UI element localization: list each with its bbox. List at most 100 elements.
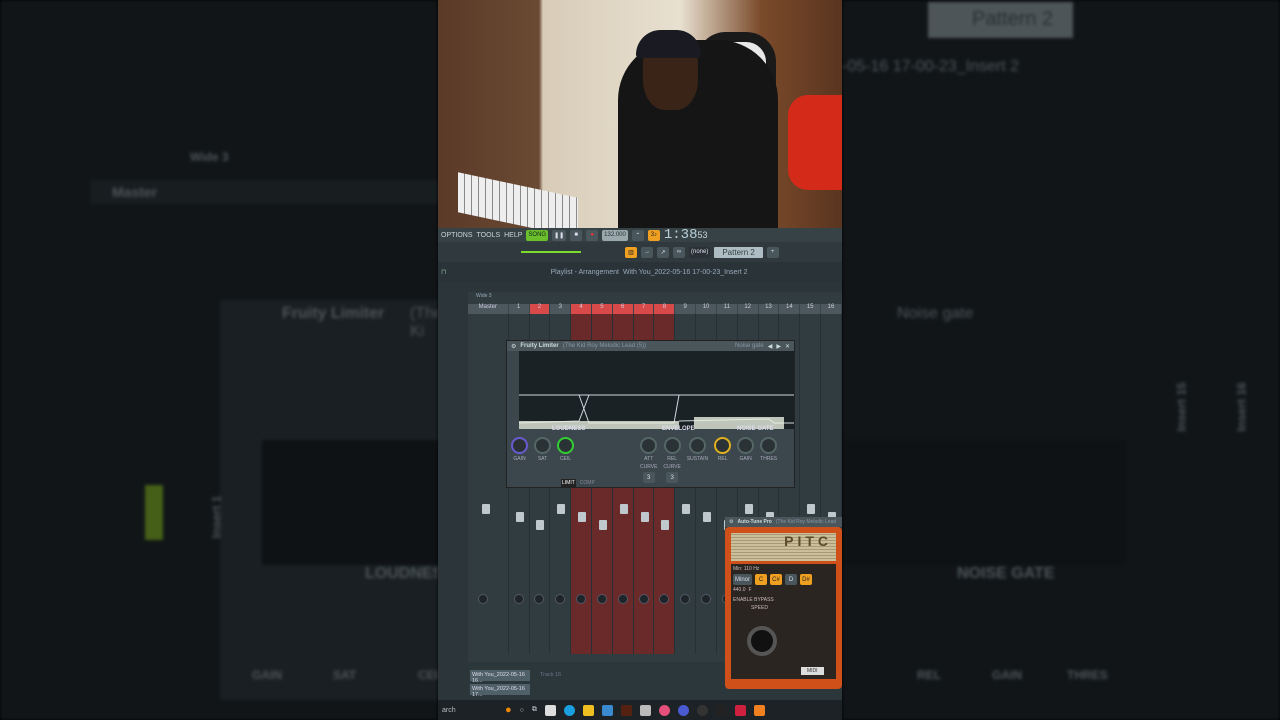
- tempo-field[interactable]: 132.000: [602, 229, 628, 241]
- scale-select[interactable]: Minor: [733, 574, 753, 585]
- gear-icon[interactable]: ⚙: [729, 519, 733, 525]
- volume-fader[interactable]: [807, 504, 816, 514]
- note-button[interactable]: C: [755, 574, 768, 585]
- next-preset-icon[interactable]: ▶: [776, 343, 781, 350]
- gate-gain-knob[interactable]: GAIN: [737, 437, 755, 485]
- mixer-track[interactable]: 6: [612, 304, 634, 314]
- app-icon[interactable]: [639, 704, 651, 716]
- mixer-strip[interactable]: [468, 314, 509, 654]
- mixer-track[interactable]: 13: [758, 304, 780, 314]
- pan-knob[interactable]: [617, 594, 628, 604]
- pan-knob[interactable]: [659, 594, 670, 604]
- app-icon[interactable]: [677, 704, 689, 716]
- att-knob[interactable]: ATT CURVE 3: [640, 437, 657, 485]
- volume-fader[interactable]: [557, 504, 566, 514]
- tab-limit[interactable]: LIMIT: [561, 479, 576, 487]
- mixer-track[interactable]: 14: [779, 304, 801, 314]
- mixer-track[interactable]: 12: [737, 304, 759, 314]
- file-explorer-icon[interactable]: [582, 704, 594, 716]
- cortana-icon[interactable]: ○: [520, 707, 524, 714]
- pan-knob[interactable]: [513, 594, 524, 604]
- pan-knob[interactable]: [701, 594, 712, 604]
- track-clip[interactable]: With You_2022-05-16 16...: [470, 670, 530, 684]
- song-mode-button[interactable]: SONG: [526, 229, 549, 241]
- edge-icon[interactable]: [563, 704, 575, 716]
- prev-preset-icon[interactable]: ◀: [768, 343, 773, 350]
- ref-pitch[interactable]: 440.0: [733, 587, 746, 593]
- rel-knob[interactable]: REL CURVE 3: [663, 437, 681, 485]
- stop-icon[interactable]: ■: [570, 229, 583, 241]
- note-button[interactable]: D: [785, 574, 798, 585]
- note-button[interactable]: C#: [770, 574, 783, 585]
- menu-tools[interactable]: TOOLS: [477, 232, 501, 239]
- thres-knob[interactable]: THRES: [760, 437, 778, 485]
- pan-knob[interactable]: [596, 594, 607, 604]
- mixer-track[interactable]: 2: [529, 304, 551, 314]
- volume-fader[interactable]: [536, 520, 545, 530]
- pan-knob[interactable]: [638, 594, 649, 604]
- pan-knob[interactable]: [477, 594, 488, 604]
- mixer-track[interactable]: 5: [591, 304, 613, 314]
- app-icon[interactable]: [620, 704, 632, 716]
- tab-comp[interactable]: COMP: [579, 479, 596, 487]
- speed-knob[interactable]: [747, 626, 777, 656]
- bypass-toggle[interactable]: ENABLE BYPASS: [731, 595, 836, 605]
- ceil-knob[interactable]: CEIL: [557, 437, 574, 485]
- arrow-icon[interactable]: →: [641, 246, 653, 258]
- mixer-track[interactable]: 1: [508, 304, 530, 314]
- sat-knob[interactable]: SAT: [534, 437, 551, 485]
- volume-fader[interactable]: [578, 512, 587, 522]
- pan-knob[interactable]: [576, 594, 587, 604]
- fl-studio-icon[interactable]: [734, 704, 746, 716]
- volume-fader[interactable]: [598, 520, 607, 530]
- app-icon[interactable]: [753, 704, 765, 716]
- typing-keyboard-icon[interactable]: ▥: [625, 246, 637, 258]
- master-volume-slider[interactable]: [521, 251, 581, 253]
- mixer-track[interactable]: 4: [571, 304, 592, 314]
- preset-name[interactable]: Noise gate: [735, 343, 764, 349]
- volume-fader[interactable]: [682, 504, 691, 514]
- pause-icon[interactable]: ❚❚: [552, 229, 567, 241]
- mixer-track[interactable]: 9: [675, 304, 697, 314]
- mixer-track[interactable]: 3: [550, 304, 572, 314]
- track-clip[interactable]: With You_2022-05-16 17...: [470, 684, 530, 698]
- curve-icon[interactable]: ↗: [657, 246, 669, 258]
- pan-knob[interactable]: [680, 594, 691, 604]
- epic-games-icon[interactable]: [715, 704, 727, 716]
- mixer-track[interactable]: 16: [821, 304, 842, 314]
- volume-fader[interactable]: [481, 504, 490, 514]
- mixer-track[interactable]: 7: [633, 304, 655, 314]
- mixer-track[interactable]: 11: [716, 304, 738, 314]
- volume-fader[interactable]: [619, 504, 628, 514]
- master-track[interactable]: Master: [468, 304, 509, 314]
- snap-icon[interactable]: ⊓: [441, 268, 446, 276]
- note-button[interactable]: D#: [800, 574, 813, 585]
- volume-fader[interactable]: [515, 512, 524, 522]
- gate-rel-knob[interactable]: REL: [714, 437, 732, 485]
- volume-fader[interactable]: [744, 504, 753, 514]
- taskbar-search[interactable]: arch: [442, 707, 497, 714]
- pattern-selector[interactable]: Pattern 2: [714, 246, 763, 258]
- obs-icon[interactable]: [696, 704, 708, 716]
- menu-options[interactable]: OPTIONS: [441, 232, 473, 239]
- pan-knob[interactable]: [534, 594, 545, 604]
- step-edit-icon[interactable]: 3♪: [647, 229, 660, 241]
- preset-select[interactable]: (none): [689, 246, 711, 258]
- pan-knob[interactable]: [555, 594, 566, 604]
- close-icon[interactable]: ✕: [785, 343, 790, 350]
- volume-fader[interactable]: [703, 512, 712, 522]
- gain-knob[interactable]: GAIN: [511, 437, 528, 485]
- metronome-icon[interactable]: ⌃: [631, 229, 644, 241]
- mail-icon[interactable]: [601, 704, 613, 716]
- menu-help[interactable]: HELP: [504, 232, 522, 239]
- min-freq[interactable]: Min: 110 Hz: [733, 566, 759, 572]
- plus-icon[interactable]: +: [766, 246, 779, 258]
- gear-icon[interactable]: ⚙: [511, 343, 516, 350]
- link-icon[interactable]: ∞: [673, 246, 685, 258]
- task-view-icon[interactable]: ⧉: [532, 706, 537, 714]
- mixer-track[interactable]: 15: [800, 304, 822, 314]
- record-icon[interactable]: ●: [586, 229, 599, 241]
- sustain-knob[interactable]: SUSTAIN: [687, 437, 708, 485]
- volume-fader[interactable]: [661, 520, 670, 530]
- mixer-track[interactable]: 10: [696, 304, 717, 314]
